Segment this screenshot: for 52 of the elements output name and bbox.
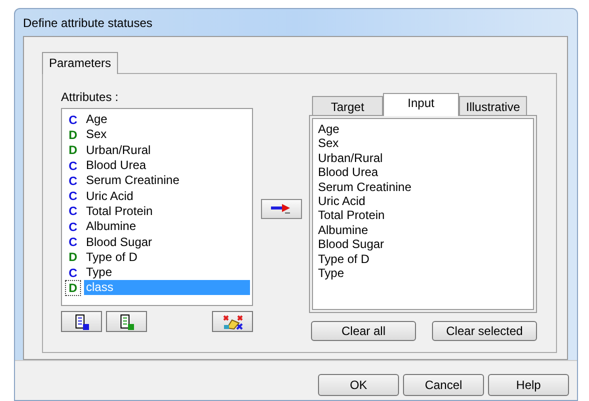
tab[interactable]: Input [383, 93, 459, 116]
type-icon: C [66, 204, 80, 218]
dialog-button[interactable]: OK [318, 374, 399, 396]
type-icon: C [66, 174, 80, 188]
attributes-label: Attributes : [61, 90, 120, 106]
move-right-button[interactable] [260, 199, 302, 219]
type-icon: C [66, 189, 80, 204]
tab[interactable]: Target [312, 96, 383, 115]
type-icon: D [66, 250, 80, 264]
list-item[interactable]: Serum Creatinine [84, 173, 250, 188]
list-item[interactable]: Age [84, 112, 250, 128]
list-item[interactable]: Type [84, 265, 250, 280]
list-item[interactable]: Sex [84, 127, 250, 142]
type-icon: D [66, 143, 80, 158]
dialog-button[interactable]: Help [488, 374, 569, 396]
list-item[interactable]: Albumine [84, 219, 250, 234]
tab[interactable]: Illustrative [459, 96, 527, 115]
dialog-button[interactable]: Cancel [403, 374, 484, 396]
list-item[interactable]: Blood Urea [318, 165, 528, 180]
list-item[interactable]: Type [318, 266, 528, 280]
list-item[interactable]: Blood Urea [84, 158, 250, 174]
list-item[interactable]: Serum Creatinine [318, 180, 528, 194]
list-item[interactable]: Type of D [318, 252, 528, 266]
type-icon: C [66, 112, 80, 127]
list-item[interactable]: Uric Acid [84, 188, 250, 204]
list-item[interactable]: Blood Sugar [84, 234, 250, 250]
type-icon: D [66, 128, 80, 142]
list-item[interactable]: Urban/Rural [84, 142, 250, 158]
broom-icon [222, 314, 244, 330]
list-continuous-button[interactable] [61, 311, 102, 332]
list-item[interactable]: Age [318, 122, 528, 136]
list-item[interactable]: Sex [318, 136, 528, 151]
window-title: Define attribute statuses [23, 16, 152, 30]
list-item[interactable]: Total Protein [84, 204, 250, 219]
arrow-right-icon [270, 203, 292, 215]
list-item[interactable]: Albumine [318, 222, 528, 238]
clean-button[interactable] [212, 311, 253, 332]
list-item[interactable]: Total Protein [318, 208, 528, 223]
tab[interactable]: Parameters [42, 52, 118, 74]
type-icon: C [66, 266, 80, 280]
type-icon: C [66, 235, 80, 250]
list-item[interactable]: Urban/Rural [318, 150, 528, 166]
list-item[interactable]: Blood Sugar [318, 237, 528, 252]
list-item[interactable]: Type of D [84, 250, 250, 265]
clear-button[interactable]: Clear selected [432, 321, 537, 341]
list-discrete-button[interactable] [106, 311, 147, 332]
list-discrete-icon [120, 314, 134, 330]
list-continuous-icon [74, 314, 88, 330]
list-item[interactable]: Uric Acid [318, 194, 528, 208]
type-icon: C [66, 158, 80, 173]
clear-button[interactable]: Clear all [311, 321, 416, 341]
type-icon: C [66, 220, 80, 234]
